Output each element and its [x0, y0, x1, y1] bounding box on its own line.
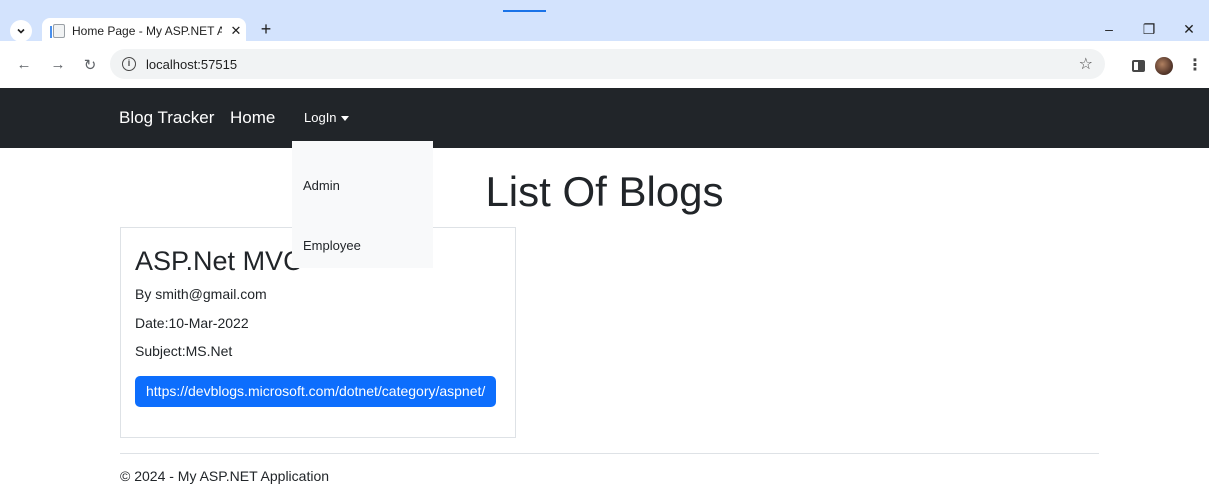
back-arrow-icon[interactable]: ← [14, 56, 34, 73]
site-navbar: Blog Tracker Home LogIn [0, 88, 1209, 148]
page-title: List Of Blogs [485, 168, 724, 215]
browser-menu-icon[interactable]: ⋮ [1187, 58, 1203, 74]
dropdown-item-admin[interactable]: Admin [303, 178, 340, 193]
bookmark-star-icon[interactable]: ☆ [1079, 54, 1093, 74]
site-info-icon[interactable]: i [122, 57, 136, 71]
tab-close-button[interactable]: ✕ [228, 23, 244, 39]
new-tab-button[interactable]: + [256, 20, 276, 40]
browser-tab-active[interactable]: Home Page - My ASP.NET Appl ✕ [42, 18, 246, 44]
reload-icon[interactable]: ↻ [80, 56, 100, 74]
forward-arrow-icon[interactable]: → [48, 56, 68, 73]
navbar-brand-link[interactable]: Blog Tracker [119, 108, 214, 128]
address-bar-url[interactable]: localhost:57515 [146, 57, 237, 72]
login-dropdown-menu: Admin Employee [292, 141, 433, 268]
footer-text: © 2024 - My ASP.NET Application [120, 468, 330, 484]
caret-down-icon [340, 115, 349, 121]
blog-subject: Subject:MS.Net [135, 343, 233, 359]
browser-tabstrip: Home Page - My ASP.NET Appl ✕ + – ❐ ✕ [0, 0, 1209, 44]
dropdown-item-employee[interactable]: Employee [303, 238, 361, 253]
tab-search-button[interactable] [10, 20, 32, 42]
side-panel-icon[interactable] [1132, 60, 1145, 72]
blog-date: Date:10-Mar-2022 [135, 315, 249, 331]
window-controls: – ❐ ✕ [1089, 18, 1209, 40]
restore-button[interactable]: ❐ [1129, 18, 1169, 40]
address-bar[interactable]: i localhost:57515 ☆ [110, 49, 1105, 79]
tab-title: Home Page - My ASP.NET Appl [72, 24, 222, 38]
browser-toolbar: ← → ↻ i localhost:57515 ☆ ⋮ [0, 44, 1209, 88]
footer-divider [120, 453, 1099, 454]
profile-avatar[interactable] [1155, 57, 1173, 75]
tabstrip-accent [503, 10, 546, 12]
page-favicon-icon [50, 24, 65, 38]
blog-link-button[interactable]: https://devblogs.microsoft.com/dotnet/ca… [135, 376, 497, 407]
blog-author: By smith@gmail.com [135, 286, 267, 302]
nav-login-dropdown-toggle[interactable]: LogIn [304, 110, 349, 125]
minimize-button[interactable]: – [1089, 18, 1129, 40]
nav-home-link[interactable]: Home [230, 108, 275, 128]
chevron-down-icon [17, 28, 25, 34]
nav-login-label: LogIn [304, 110, 337, 125]
blog-title: ASP.Net MVC [135, 246, 303, 276]
close-window-button[interactable]: ✕ [1169, 18, 1209, 40]
